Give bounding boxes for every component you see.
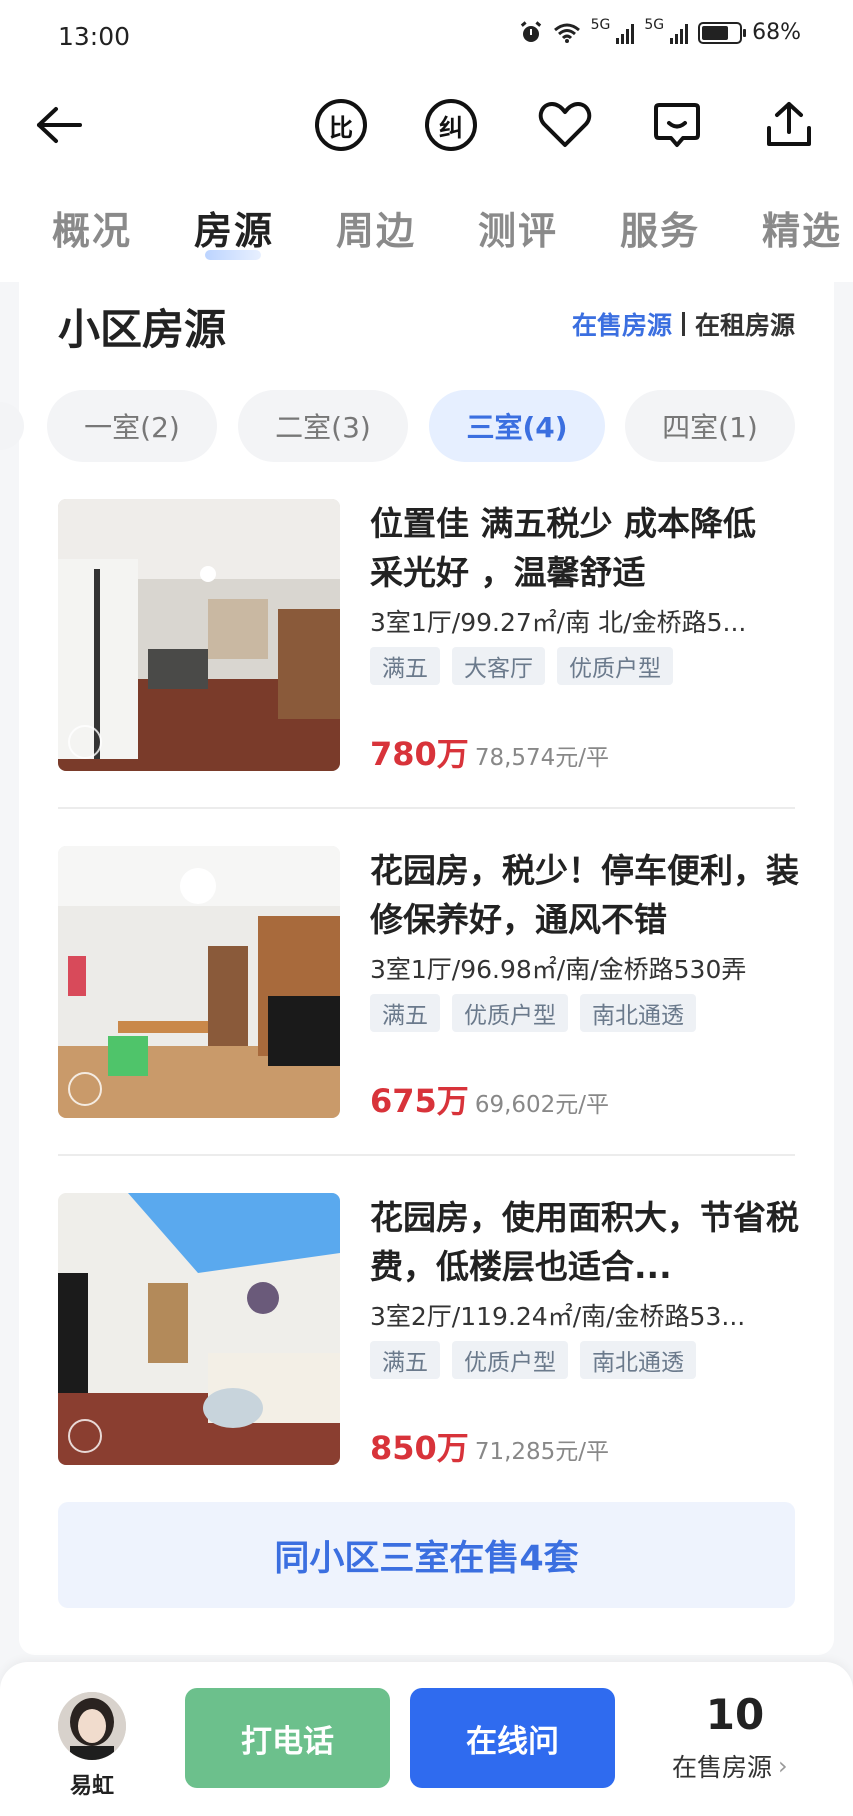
signal-icon-2 <box>670 22 689 44</box>
agent-name: 易虹 <box>69 1774 114 1799</box>
listing-price-row: 850万 71,285元/平 <box>370 1423 609 1469</box>
back-arrow-icon <box>37 107 82 143</box>
listing-tags: 满五 优质户型 南北通透 <box>370 1341 696 1379</box>
filter-chip-2room[interactable]: 二室(3) <box>238 390 408 462</box>
battery-percent: 68% <box>752 20 801 45</box>
link-separator <box>681 312 685 336</box>
listing-unit-price: 69,602元/平 <box>474 1092 610 1118</box>
favorite-button[interactable] <box>530 90 600 160</box>
listing-price: 675万 <box>370 1082 469 1120</box>
listing-photo[interactable] <box>58 499 340 771</box>
section-title: 小区房源 <box>58 305 227 354</box>
compare-icon: 比 <box>315 99 367 151</box>
tab-review[interactable]: 测评 <box>478 200 558 255</box>
divider <box>58 1154 795 1156</box>
listing-tag: 满五 <box>370 994 440 1032</box>
message-icon <box>654 103 700 147</box>
wifi-icon <box>553 23 580 43</box>
more-listings-button[interactable]: 同小区三室在售4套 <box>58 1502 795 1608</box>
listing-tags: 满五 大客厅 优质户型 <box>370 647 673 685</box>
tab-service[interactable]: 服务 <box>620 200 700 255</box>
chevron-right-icon: › <box>778 1752 788 1780</box>
listing-tag: 南北通透 <box>580 994 696 1032</box>
listing-tags: 满五 优质户型 南北通透 <box>370 994 696 1032</box>
listing-tag: 优质户型 <box>557 647 673 685</box>
signal-icon <box>616 22 635 44</box>
status-time: 13:00 <box>58 22 131 51</box>
listing-price-row: 780万 78,574元/平 <box>370 729 609 775</box>
link-for-sale[interactable]: 在售房源 <box>572 306 672 342</box>
agent-avatar[interactable] <box>58 1692 126 1760</box>
status-icons: 5G 5G 68% <box>519 16 801 45</box>
signal-label-2: 5G <box>644 16 665 33</box>
listing-item[interactable]: 花园房，税少！停车便利，装修保养好，通风不错 3室1厅/96.98㎡/南/金桥路… <box>58 846 799 1186</box>
online-chat-button[interactable]: 在线问 <box>410 1688 615 1788</box>
listing-photo[interactable] <box>58 846 340 1118</box>
for-sale-count[interactable]: 10 <box>670 1690 800 1739</box>
listing-unit-price: 78,574元/平 <box>474 745 610 771</box>
active-tab-indicator <box>205 250 261 260</box>
divider <box>58 807 795 809</box>
call-button[interactable]: 打电话 <box>185 1688 390 1788</box>
correction-button[interactable]: 纠 <box>416 90 486 160</box>
back-button[interactable] <box>24 90 94 160</box>
listing-item[interactable]: 位置佳 满五税少 成本降低 采光好 ，温馨舒适 3室1厅/99.27㎡/南 北/… <box>58 499 795 839</box>
for-sale-label: 在售房源 <box>672 1753 773 1782</box>
tab-featured[interactable]: 精选 <box>762 200 842 255</box>
listing-tag: 满五 <box>370 1341 440 1379</box>
signal-label-1: 5G <box>590 16 611 33</box>
compare-button[interactable]: 比 <box>306 90 376 160</box>
listing-meta: 3室1厅/96.98㎡/南/金桥路530弄 <box>370 955 747 984</box>
nav-bar: 比 纠 <box>0 76 853 176</box>
message-button[interactable] <box>642 90 712 160</box>
listing-tag: 满五 <box>370 647 440 685</box>
tab-nearby[interactable]: 周边 <box>336 200 416 255</box>
listing-title: 花园房，税少！停车便利，装修保养好，通风不错 <box>370 851 799 939</box>
listing-unit-price: 71,285元/平 <box>474 1439 610 1465</box>
section-tabs: 概况 房源 周边 测评 服务 精选 <box>0 176 853 282</box>
status-bar: 13:00 5G 5G 68% <box>0 0 853 76</box>
section-links: 在售房源 在租房源 <box>572 306 795 342</box>
filter-chip-3room[interactable]: 三室(4) <box>429 390 605 462</box>
heart-icon <box>538 102 592 147</box>
listing-meta: 3室2厅/119.24㎡/南/金桥路53... <box>370 1302 746 1331</box>
listing-price: 780万 <box>370 735 469 773</box>
listing-tag: 优质户型 <box>452 994 568 1032</box>
listing-item[interactable]: 花园房，使用面积大，节省税费，低楼层也适合... 3室2厅/119.24㎡/南/… <box>58 1193 799 1533</box>
tab-overview[interactable]: 概况 <box>52 200 132 255</box>
share-icon <box>767 102 811 146</box>
listing-meta: 3室1厅/99.27㎡/南 北/金桥路5... <box>370 608 747 637</box>
battery-icon <box>698 21 747 44</box>
filter-chip-4room[interactable]: 四室(1) <box>625 390 795 462</box>
listing-tag: 优质户型 <box>452 1341 568 1379</box>
for-sale-link[interactable]: 在售房源 › <box>672 1748 788 1784</box>
listing-title: 位置佳 满五税少 成本降低 采光好 ，温馨舒适 <box>370 504 756 592</box>
filter-chip-1room[interactable]: 一室(2) <box>47 390 217 462</box>
listing-photo[interactable] <box>58 1193 340 1465</box>
tab-listings[interactable]: 房源 <box>194 200 274 255</box>
vr-icon <box>68 725 102 759</box>
listing-price-row: 675万 69,602元/平 <box>370 1076 609 1122</box>
correction-icon: 纠 <box>425 99 477 151</box>
link-for-rent[interactable]: 在租房源 <box>695 306 795 342</box>
vr-icon <box>68 1072 102 1106</box>
listing-tag: 南北通透 <box>580 1341 696 1379</box>
share-button[interactable] <box>754 90 824 160</box>
listing-title: 花园房，使用面积大，节省税费，低楼层也适合... <box>370 1198 799 1286</box>
vr-icon <box>68 1419 102 1453</box>
alarm-icon <box>520 20 541 42</box>
listing-price: 850万 <box>370 1429 469 1467</box>
listing-tag: 大客厅 <box>452 647 545 685</box>
